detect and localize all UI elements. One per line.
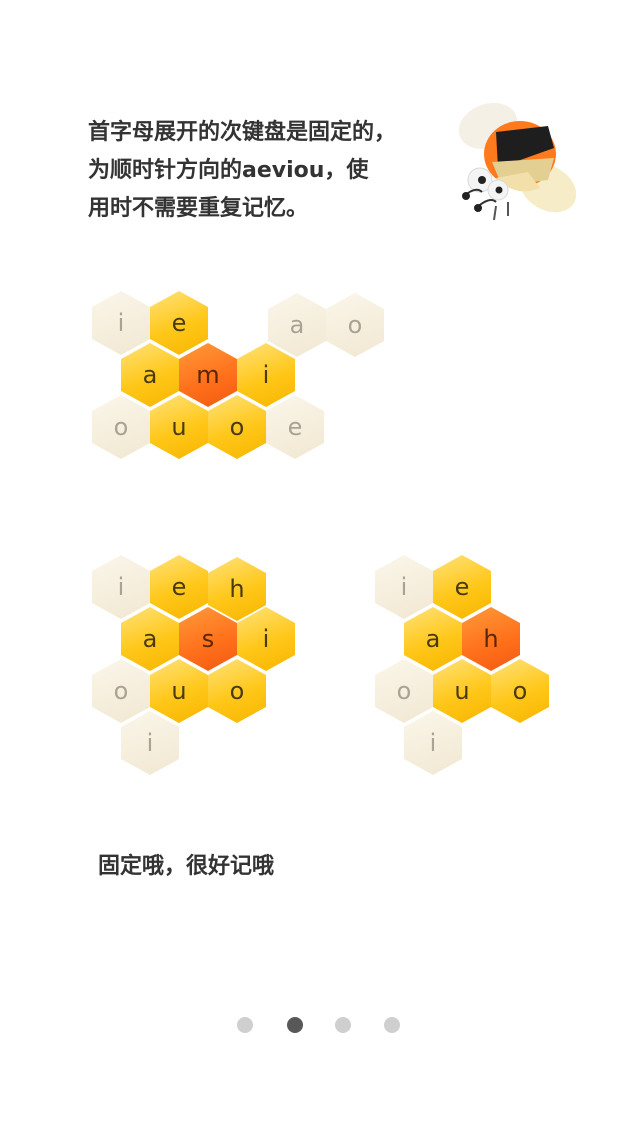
keyboard-example-s: i e h a s i o u o i <box>92 553 412 793</box>
page-dot-3[interactable] <box>335 1017 351 1033</box>
page-dot-2[interactable] <box>287 1017 303 1033</box>
keyboard-example-h: i e a h o u o i <box>375 553 575 793</box>
key: i <box>237 607 295 671</box>
center-key: m <box>179 343 237 407</box>
page-dot-4[interactable] <box>384 1017 400 1033</box>
key: i <box>237 343 295 407</box>
key: i <box>121 711 179 775</box>
key: e <box>266 395 324 459</box>
key: o <box>208 659 266 723</box>
key: o <box>491 659 549 723</box>
center-key: s <box>179 607 237 671</box>
key: u <box>150 659 208 723</box>
key: i <box>375 555 433 619</box>
key: a <box>121 343 179 407</box>
key: i <box>92 291 150 355</box>
key: a <box>268 293 326 357</box>
key: a <box>121 607 179 671</box>
note-text: 固定哦，很好记哦 <box>98 854 275 879</box>
key: u <box>433 659 491 723</box>
page-dot-1[interactable] <box>237 1017 253 1033</box>
key: e <box>150 555 208 619</box>
key: e <box>150 291 208 355</box>
intro-text: 首字母展开的次键盘是固定的， 为顺时针方向的aeviou，使 用时不需要重复记忆… <box>88 120 397 221</box>
key: h <box>208 557 266 621</box>
page-indicator <box>0 1017 626 1033</box>
key: o <box>375 659 433 723</box>
key: u <box>150 395 208 459</box>
key: o <box>92 395 150 459</box>
key: a <box>404 607 462 671</box>
key: i <box>92 555 150 619</box>
key: o <box>208 395 266 459</box>
key: o <box>92 659 150 723</box>
center-key: h <box>462 607 520 671</box>
keyboard-example-m: i e a o a m i o u o e <box>92 289 412 529</box>
key: o <box>326 293 384 357</box>
bee-mascot-icon <box>458 102 576 221</box>
key: i <box>404 711 462 775</box>
key: e <box>433 555 491 619</box>
